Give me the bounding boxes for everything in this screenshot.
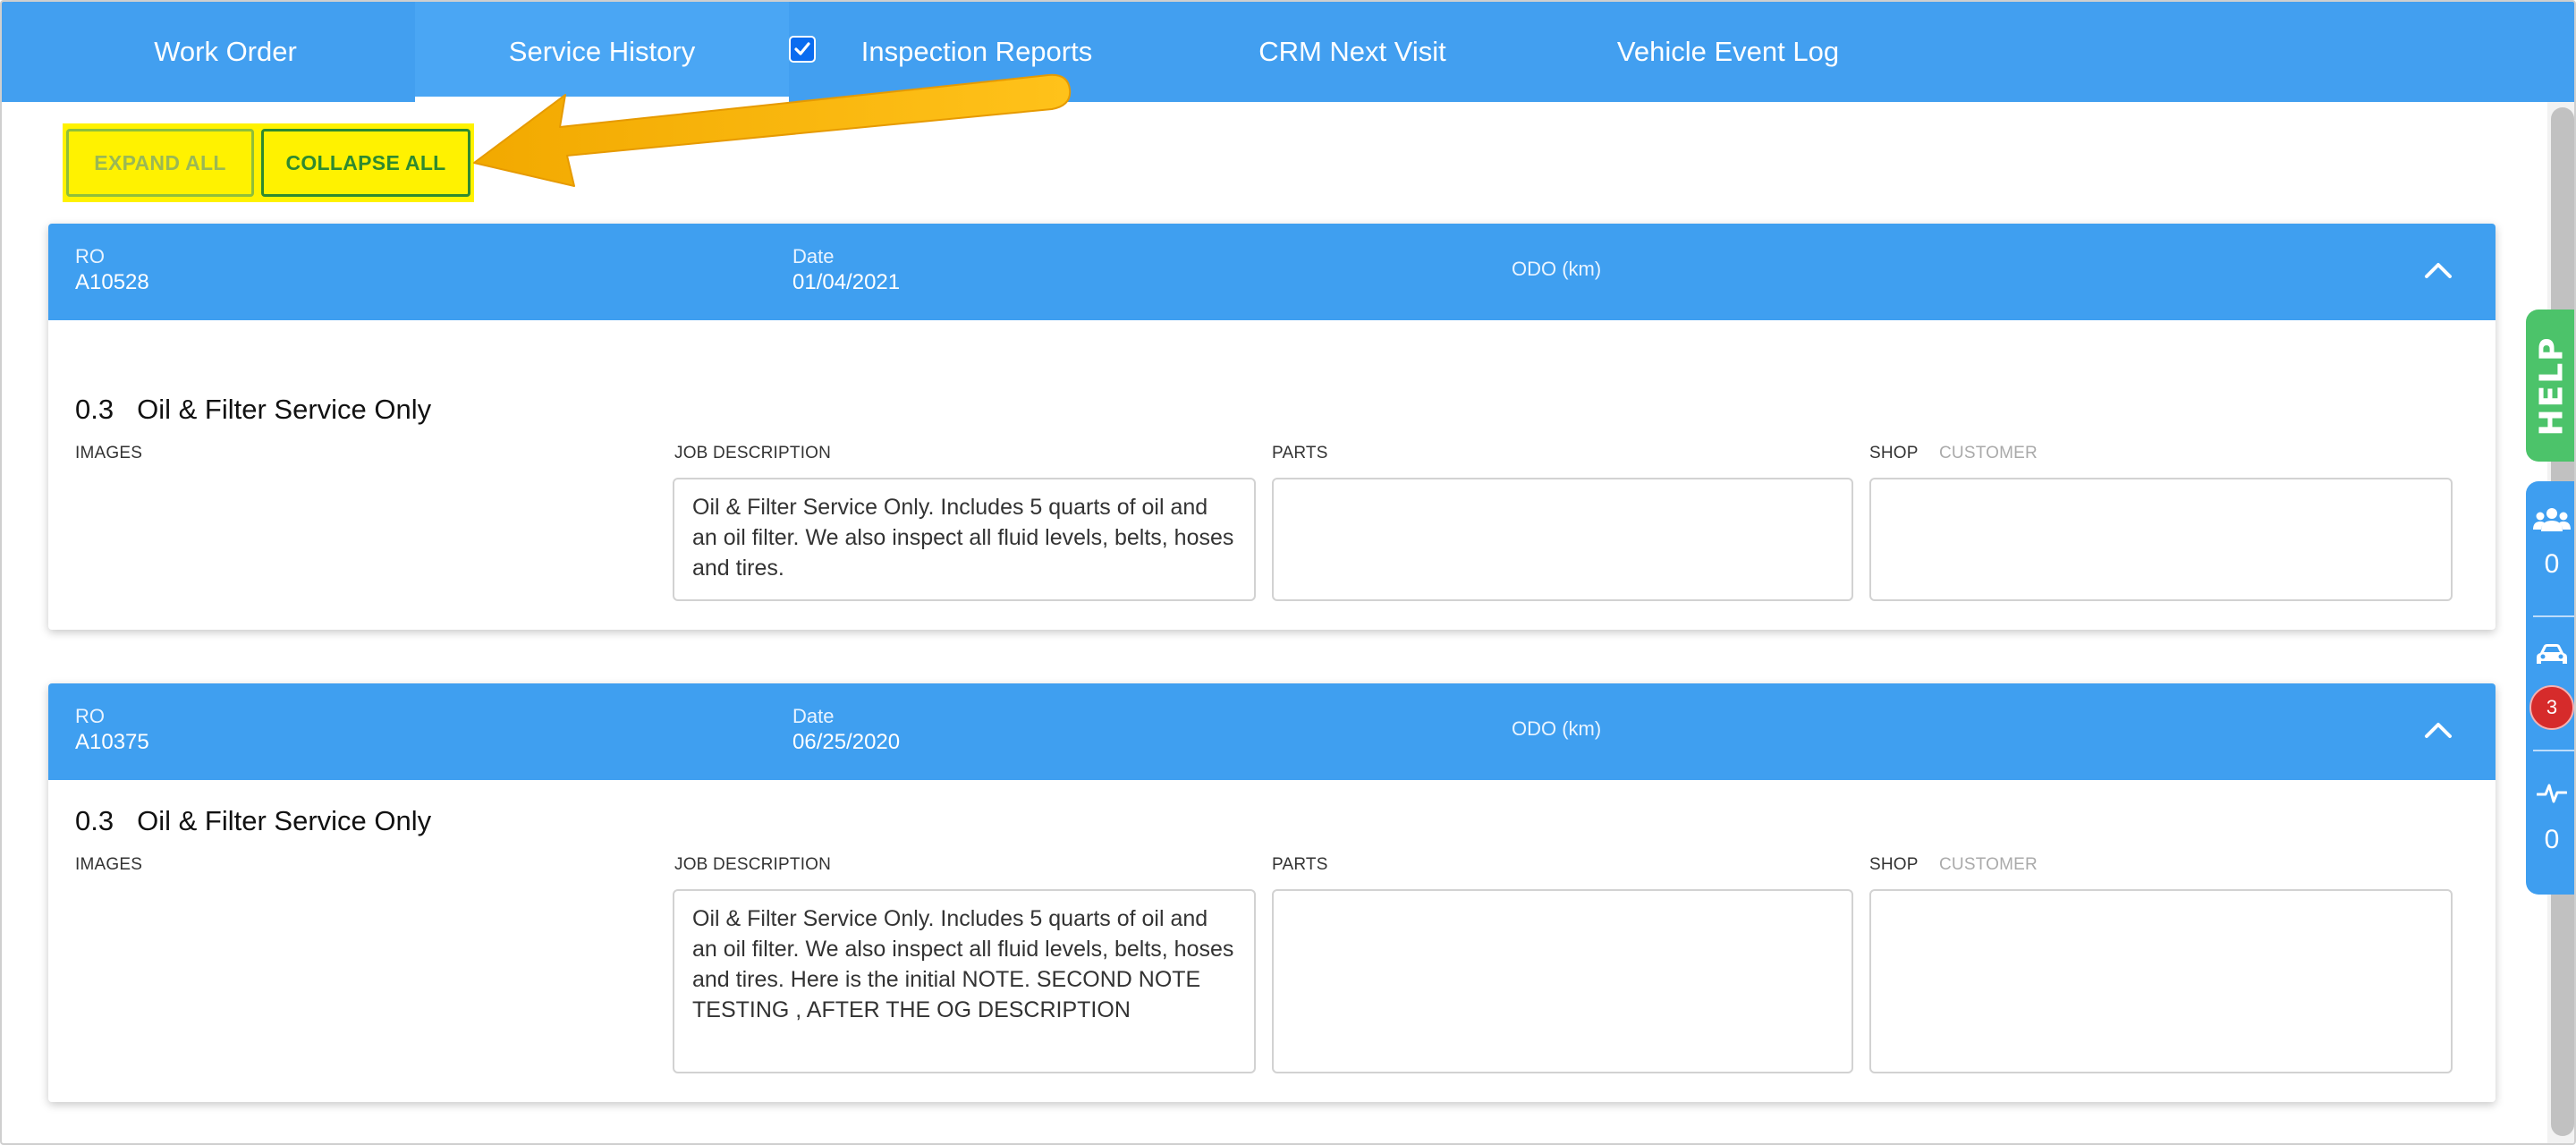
date-label: Date xyxy=(792,245,835,267)
tab-bar: Work Order Service History Inspection Re… xyxy=(2,2,2574,102)
chevron-up-icon[interactable] xyxy=(2417,249,2460,292)
shop-label[interactable]: SHOP xyxy=(1869,444,1919,463)
side-divider xyxy=(2533,615,2574,617)
images-label: IMAGES xyxy=(75,855,143,874)
service-record-card: RO A10375 Date 06/25/2020 ODO (km) 0.3 O… xyxy=(48,683,2496,1102)
record-header[interactable]: RO A10528 Date 01/04/2021 ODO (km) xyxy=(48,224,2496,320)
date-value: 01/04/2021 xyxy=(792,270,901,294)
odo-label: ODO (km) xyxy=(1512,258,1602,280)
shop-notes-box[interactable] xyxy=(1869,889,2453,1073)
ro-value: A10375 xyxy=(75,730,149,754)
job-hours: 0.3 xyxy=(75,805,114,836)
tab-work-order[interactable]: Work Order xyxy=(55,2,395,102)
customers-icon[interactable] xyxy=(2526,506,2574,533)
activity-icon[interactable] xyxy=(2526,782,2574,805)
tab-crm-next-visit[interactable]: CRM Next Visit xyxy=(1209,2,1496,102)
job-name: Oil & Filter Service Only xyxy=(137,805,432,836)
annotation-arrow xyxy=(473,73,1072,187)
vehicles-badge: 3 xyxy=(2529,685,2574,730)
app-frame: Work Order Service History Inspection Re… xyxy=(0,0,2576,1145)
job-title: 0.3 Oil & Filter Service Only xyxy=(75,394,431,426)
job-hours: 0.3 xyxy=(75,394,114,425)
car-icon[interactable] xyxy=(2526,642,2574,667)
parts-label: PARTS xyxy=(1272,855,1328,874)
collapse-all-button[interactable]: COLLAPSE ALL xyxy=(261,129,470,197)
help-tab[interactable]: HELP xyxy=(2526,310,2574,462)
date-label: Date xyxy=(792,705,835,727)
customer-label[interactable]: CUSTOMER xyxy=(1939,444,2038,463)
date-value: 06/25/2020 xyxy=(792,730,901,754)
customer-label[interactable]: CUSTOMER xyxy=(1939,855,2038,875)
ro-label: RO xyxy=(75,245,105,267)
job-title: 0.3 Oil & Filter Service Only xyxy=(75,805,431,837)
job-description-box[interactable]: Oil & Filter Service Only. Includes 5 qu… xyxy=(673,889,1256,1073)
job-description-label: JOB DESCRIPTION xyxy=(674,855,832,874)
ro-label: RO xyxy=(75,705,105,727)
parts-box[interactable] xyxy=(1272,889,1853,1073)
images-label: IMAGES xyxy=(75,444,143,462)
job-description-label: JOB DESCRIPTION xyxy=(674,444,832,462)
expand-all-button[interactable]: EXPAND ALL xyxy=(66,129,254,197)
tab-vehicle-event-log[interactable]: Vehicle Event Log xyxy=(1585,2,1871,102)
help-label: HELP xyxy=(2533,335,2571,437)
chevron-up-icon[interactable] xyxy=(2417,708,2460,751)
customers-count: 0 xyxy=(2544,549,2560,579)
odo-label: ODO (km) xyxy=(1512,717,1602,740)
shop-label[interactable]: SHOP xyxy=(1869,855,1919,875)
job-description-box[interactable]: Oil & Filter Service Only. Includes 5 qu… xyxy=(673,478,1256,601)
side-divider xyxy=(2533,750,2574,751)
activity-count: 0 xyxy=(2544,825,2560,854)
shop-notes-box[interactable] xyxy=(1869,478,2453,601)
ro-value: A10528 xyxy=(75,270,149,294)
parts-label: PARTS xyxy=(1272,444,1328,462)
record-header[interactable]: RO A10375 Date 06/25/2020 ODO (km) xyxy=(48,683,2496,780)
parts-box[interactable] xyxy=(1272,478,1853,601)
job-name: Oil & Filter Service Only xyxy=(137,394,432,425)
service-record-card: RO A10528 Date 01/04/2021 ODO (km) 0.3 O… xyxy=(48,224,2496,630)
